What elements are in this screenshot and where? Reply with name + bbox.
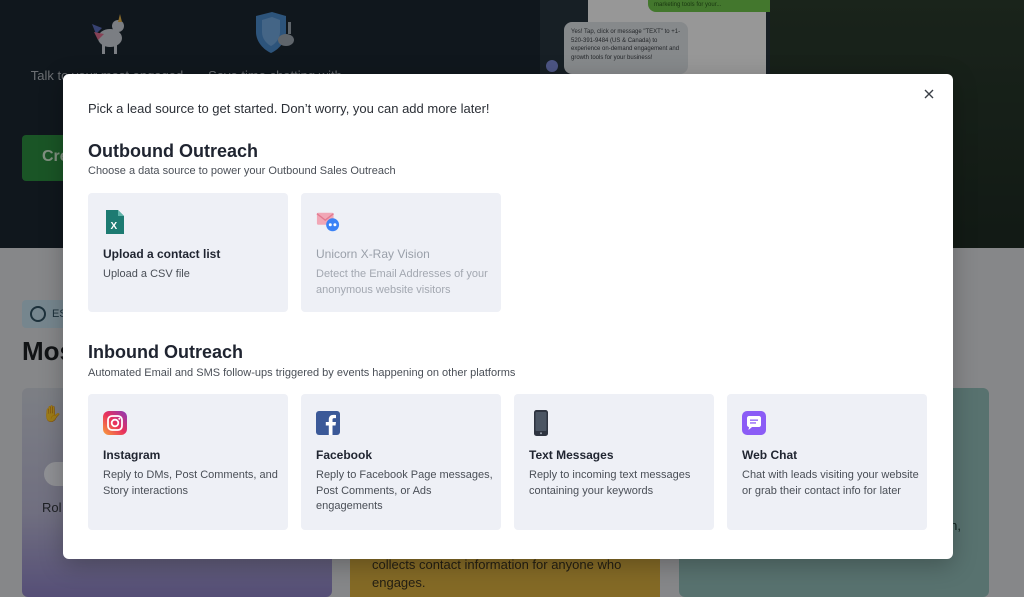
close-button[interactable] — [919, 84, 939, 104]
card-title: Text Messages — [529, 448, 614, 462]
instagram-icon — [103, 411, 127, 435]
card-description: Reply to Facebook Page messages, Post Co… — [316, 469, 493, 512]
unicorn-xray-vision-card: Unicorn X-Ray Vision Detect the Email Ad… — [301, 193, 501, 312]
facebook-icon — [316, 411, 340, 435]
card-title: Upload a contact list — [103, 247, 221, 261]
lead-source-modal: Pick a lead source to get started. Don’t… — [63, 74, 953, 559]
card-title: Instagram — [103, 448, 161, 462]
card-title: Facebook — [316, 448, 373, 462]
upload-contact-list-card[interactable]: X Upload a contact list Upload a CSV fil… — [88, 193, 288, 312]
card-title: Unicorn X-Ray Vision — [316, 247, 430, 261]
outbound-title: Outbound Outreach — [88, 141, 258, 161]
facebook-card[interactable]: Facebook Reply to Facebook Page messages… — [301, 394, 501, 530]
instagram-card[interactable]: Instagram Reply to DMs, Post Comments, a… — [88, 394, 288, 530]
svg-text:X: X — [111, 221, 118, 232]
card-description: Detect the Email Addresses of your anony… — [316, 268, 488, 296]
card-description: Upload a CSV file — [103, 268, 190, 280]
inbound-title: Inbound Outreach — [88, 342, 243, 362]
phone-icon — [534, 410, 548, 436]
modal-intro-text: Pick a lead source to get started. Don’t… — [88, 101, 490, 116]
card-description: Reply to incoming text messages containi… — [529, 469, 691, 497]
card-title: Web Chat — [742, 448, 798, 462]
chat-icon — [742, 411, 766, 435]
inbound-subtitle: Automated Email and SMS follow-ups trigg… — [88, 367, 516, 379]
csv-file-icon: X — [106, 210, 124, 234]
text-messages-card[interactable]: Text Messages Reply to incoming text mes… — [514, 394, 714, 530]
web-chat-card[interactable]: Web Chat Chat with leads visiting your w… — [727, 394, 927, 530]
card-description: Chat with leads visiting your website or… — [742, 469, 919, 497]
email-xray-icon — [316, 212, 340, 232]
card-description: Reply to DMs, Post Comments, and Story i… — [103, 469, 278, 497]
outbound-subtitle: Choose a data source to power your Outbo… — [88, 165, 396, 177]
close-icon — [924, 89, 934, 99]
